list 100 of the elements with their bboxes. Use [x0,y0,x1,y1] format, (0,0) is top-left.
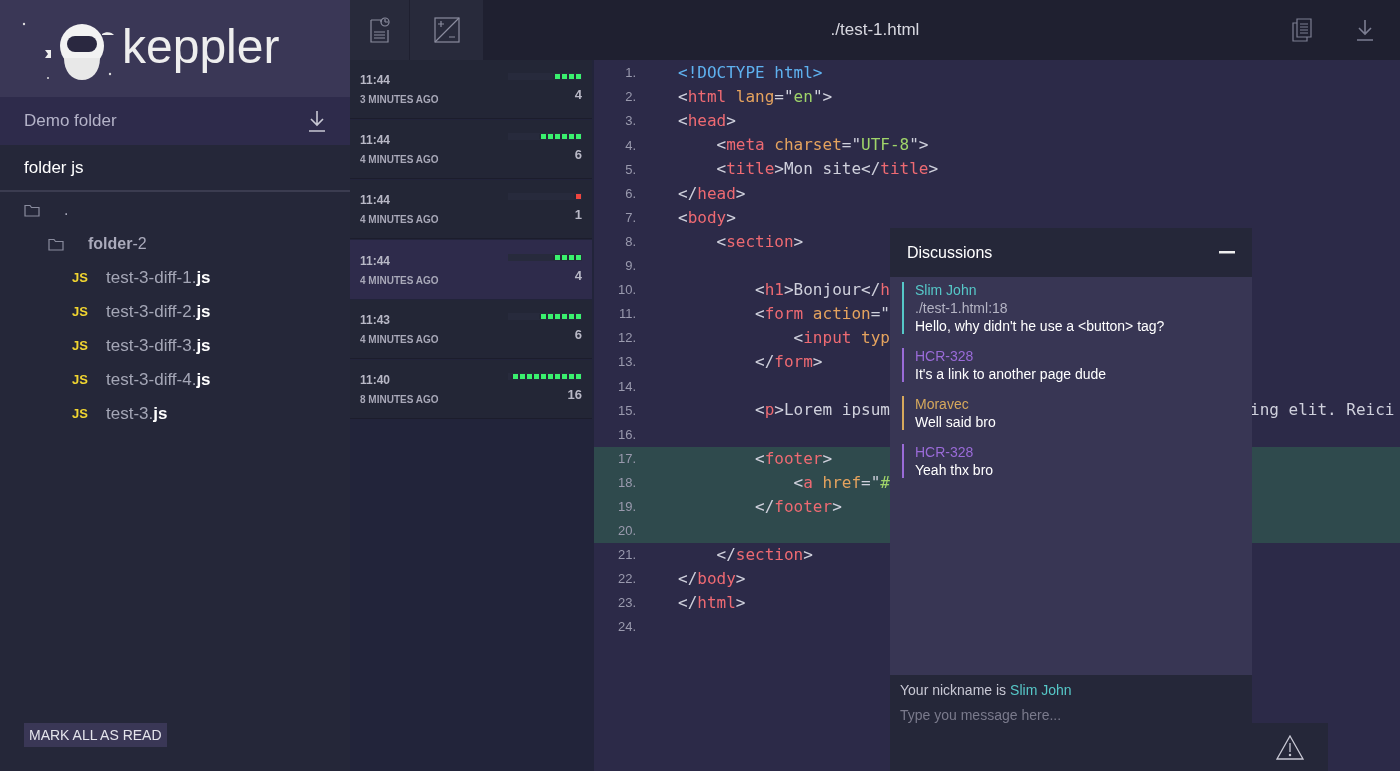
history-time: 11:44 [360,192,392,209]
history-item[interactable]: 11:44 4 MINUTES AGO 6 [350,120,592,179]
panel-title: Discussions [907,242,993,263]
line-number: 12. [616,329,636,348]
line-number: 22. [616,570,636,589]
line-number: 14. [616,377,636,396]
mark-all-read-button[interactable]: MARK ALL AS READ [24,723,167,747]
code-line: ing elit. Reici [1250,399,1395,422]
change-count: 6 [574,146,582,165]
message-text: Hello, why didn't he use a <button> tag? [915,317,1165,335]
history-item[interactable]: 11:43 4 MINUTES AGO 6 [350,300,592,359]
message-author: Moravec [915,395,970,413]
code-line: </form> [754,351,823,374]
file-name[interactable]: test-3.js [106,401,168,427]
download-icon[interactable] [308,110,326,132]
change-count: 1 [574,206,582,225]
message-author: Slim John [915,281,978,299]
code-line: <input typ [792,327,890,350]
folder-icon [24,203,40,217]
history-time: 11:44 [360,252,392,270]
line-number: 3. [624,112,636,131]
code-line: </head> [678,182,746,205]
report-tab[interactable] [350,0,410,60]
line-number: 20. [616,522,636,541]
code-line: <section> [715,230,804,253]
message-author: HCR-328 [915,443,975,461]
line-number: 8. [624,232,636,251]
change-count: 6 [574,326,582,345]
code-line: <meta charset="UTF-8"> [715,134,929,157]
line-number: 19. [616,498,636,516]
code-line: </body> [678,568,746,590]
nickname-label: Your nickname is [900,681,1007,700]
line-number: 11. [617,305,636,324]
history-item[interactable]: 11:40 8 MINUTES AGO 16 [350,360,592,419]
message-text: It's a link to another page dude [915,365,1107,383]
line-number: 24. [616,618,636,637]
report-icon [369,17,390,43]
history-time: 11:43 [360,312,392,329]
folder-name[interactable]: . [64,198,69,222]
history-age: 4 MINUTES AGO [360,273,439,288]
line-number: 1. [624,64,636,83]
change-count: 16 [567,386,582,405]
file-name[interactable]: test-3-diff-1.js [106,265,211,291]
file-name[interactable]: test-3-diff-4.js [106,367,211,393]
file-name[interactable]: test-3-diff-2.js [106,299,211,325]
code-line: <html lang="en"> [678,86,833,109]
history-item[interactable]: 11:44 3 MINUTES AGO 4 [350,60,592,119]
change-count: 4 [574,266,582,285]
minimize-icon[interactable] [1219,251,1235,254]
code-line: <body> [678,206,736,229]
download-icon[interactable] [1356,19,1374,41]
message-text: Well said bro [915,413,996,431]
file-name[interactable]: test-3-diff-3.js [106,333,211,359]
message-ref[interactable]: ./test-1.html:18 [915,299,1165,317]
folder-icon [48,237,64,251]
code-line: <footer> [754,447,833,470]
code-line: <head> [678,110,736,133]
message-input[interactable]: Type you message here... [900,705,1242,726]
history-item[interactable]: 11:44 4 MINUTES AGO 1 [350,180,592,239]
file-title: ./test-1.html [830,19,920,42]
folder-name[interactable]: folder-2 [88,232,147,256]
message-author: HCR-328 [915,347,975,365]
code-line: <form action=" [754,303,890,325]
change-count: 4 [574,86,582,105]
line-number: 7. [624,208,636,227]
plus-minus-icon [433,17,460,43]
code-line: <a href="# [792,471,890,494]
history-age: 4 MINUTES AGO [360,153,439,167]
logo-text: keppler [122,22,280,75]
message-text: Yeah thx bro [915,461,994,479]
history-age: 4 MINUTES AGO [360,213,439,227]
line-number: 21. [616,546,636,565]
line-number: 5. [624,160,636,179]
code-line: <p>Lorem ipsum [754,399,890,422]
js-label: JS [72,371,88,390]
warning-icon [1276,734,1304,760]
history-time: 11:44 [360,72,392,89]
history-item[interactable]: 11:44 4 MINUTES AGO 4 [350,240,592,299]
js-label: JS [72,269,88,288]
history-time: 11:40 [360,372,392,389]
code-line: </footer> [754,495,842,518]
warning-button[interactable] [1252,723,1328,771]
diff-tab[interactable] [410,0,483,60]
history-age: 8 MINUTES AGO [360,393,439,407]
js-label: JS [72,337,88,356]
code-line: <h1>Bonjour</h [754,278,890,301]
line-number: 9. [624,257,636,276]
line-number: 4. [624,136,636,155]
line-number: 13. [616,353,636,372]
nickname: Slim John [1010,681,1072,700]
code-line: <!DOCTYPE html> [678,62,823,85]
history-age: 4 MINUTES AGO [360,333,439,347]
line-number: 10. [616,281,636,300]
line-number: 6. [624,184,636,203]
line-number: 18. [616,473,636,492]
line-number: 2. [624,88,636,107]
copy-icon[interactable] [1292,18,1312,42]
code-line: </html> [678,592,746,615]
folder-title: folder js [24,156,84,179]
line-number: 17. [616,449,636,468]
